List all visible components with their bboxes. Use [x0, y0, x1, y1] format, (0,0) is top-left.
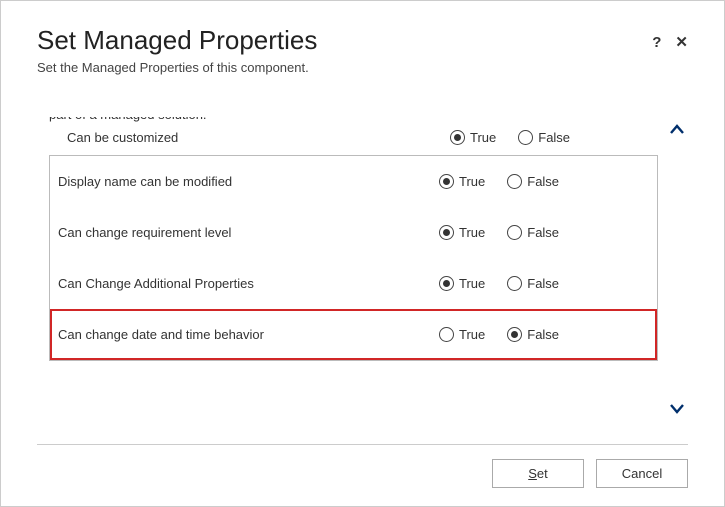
radio-circle	[518, 130, 533, 145]
dialog-title: Set Managed Properties	[37, 25, 317, 56]
radio-label-true: True	[459, 174, 485, 189]
radio-circle	[507, 225, 522, 240]
radio-true[interactable]: True	[439, 174, 485, 189]
radio-true[interactable]: True	[439, 327, 485, 342]
radio-false[interactable]: False	[518, 130, 570, 145]
radio-group: True False	[439, 276, 649, 291]
property-row: Can Change Additional Properties True Fa…	[50, 258, 657, 309]
property-label: Can be customized	[67, 130, 450, 145]
radio-label-true: True	[470, 130, 496, 145]
dialog-footer: Set Cancel	[37, 445, 688, 488]
radio-false[interactable]: False	[507, 225, 559, 240]
radio-label-false: False	[527, 174, 559, 189]
help-icon[interactable]: ?	[652, 34, 661, 51]
cancel-button[interactable]: Cancel	[596, 459, 688, 488]
radio-group: True False	[439, 327, 649, 342]
dialog-header: Set Managed Properties Set the Managed P…	[37, 25, 688, 75]
property-row: Display name can be modified True False	[50, 156, 657, 207]
radio-circle	[450, 130, 465, 145]
radio-false[interactable]: False	[507, 174, 559, 189]
radio-label-false: False	[527, 276, 559, 291]
radio-dot-selected	[443, 280, 450, 287]
properties-box: Display name can be modified True False	[49, 155, 658, 361]
radio-circle	[507, 174, 522, 189]
header-text: Set Managed Properties Set the Managed P…	[37, 25, 317, 75]
radio-true[interactable]: True	[439, 276, 485, 291]
radio-label-true: True	[459, 225, 485, 240]
radio-circle	[439, 174, 454, 189]
set-button-accel: S	[528, 466, 537, 481]
radio-true[interactable]: True	[450, 130, 496, 145]
radio-true[interactable]: True	[439, 225, 485, 240]
property-label: Can change requirement level	[58, 225, 439, 240]
dialog-subtitle: Set the Managed Properties of this compo…	[37, 60, 317, 75]
chevron-down-icon[interactable]	[668, 399, 686, 422]
radio-label-true: True	[459, 276, 485, 291]
content-area: part of a managed solution. Can be custo…	[37, 117, 688, 426]
radio-dot-selected	[511, 331, 518, 338]
radio-label-true: True	[459, 327, 485, 342]
radio-false[interactable]: False	[507, 327, 559, 342]
scroll-area: part of a managed solution. Can be custo…	[37, 117, 660, 426]
radio-group: True False	[439, 174, 649, 189]
scroll-indicators	[660, 117, 688, 426]
radio-label-false: False	[527, 327, 559, 342]
property-label: Can change date and time behavior	[58, 327, 439, 342]
radio-circle	[507, 276, 522, 291]
property-row-customizable: Can be customized True False	[67, 130, 660, 145]
radio-group: True False	[450, 130, 660, 145]
radio-circle	[439, 225, 454, 240]
radio-label-false: False	[538, 130, 570, 145]
property-label: Can Change Additional Properties	[58, 276, 439, 291]
radio-circle	[507, 327, 522, 342]
set-button-rest: et	[537, 466, 548, 481]
chevron-up-icon[interactable]	[668, 121, 686, 144]
property-row-highlighted: Can change date and time behavior True F…	[50, 309, 657, 360]
header-controls: ? ✕	[652, 33, 688, 51]
radio-group: True False	[439, 225, 649, 240]
radio-dot-selected	[454, 134, 461, 141]
set-button[interactable]: Set	[492, 459, 584, 488]
radio-circle	[439, 276, 454, 291]
radio-false[interactable]: False	[507, 276, 559, 291]
property-label: Display name can be modified	[58, 174, 439, 189]
radio-circle	[439, 327, 454, 342]
close-icon[interactable]: ✕	[675, 33, 688, 51]
radio-label-false: False	[527, 225, 559, 240]
radio-dot-selected	[443, 229, 450, 236]
radio-dot-selected	[443, 178, 450, 185]
property-row: Can change requirement level True False	[50, 207, 657, 258]
clipped-description: part of a managed solution.	[49, 117, 660, 122]
managed-properties-dialog: Set Managed Properties Set the Managed P…	[1, 1, 724, 506]
